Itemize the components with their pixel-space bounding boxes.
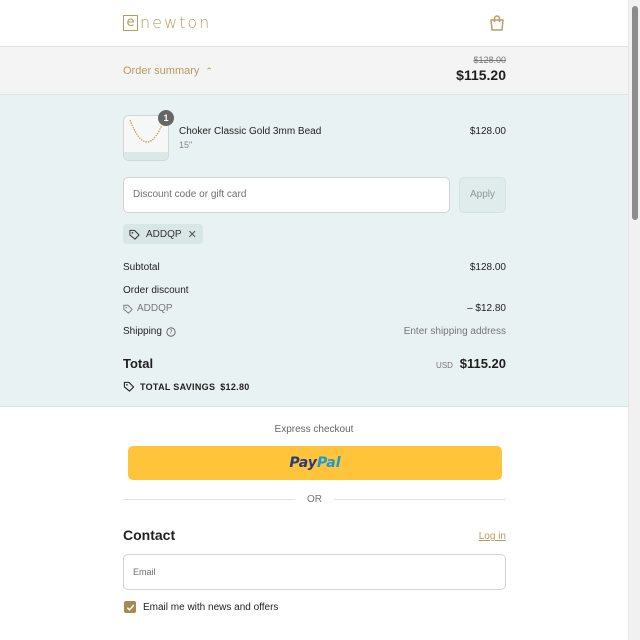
shopping-bag-icon[interactable] bbox=[488, 14, 506, 32]
or-label: OR bbox=[307, 494, 322, 505]
newsletter-option[interactable]: Email me with news and offers bbox=[124, 601, 278, 613]
newsletter-checkbox[interactable] bbox=[124, 601, 136, 613]
total-value-wrap: USD $115.20 bbox=[436, 356, 506, 371]
tag-icon bbox=[129, 229, 140, 240]
email-input[interactable]: Email bbox=[123, 554, 506, 590]
order-summary-panel: 1 Choker Classic Gold 3mm Bead 15" $128.… bbox=[0, 95, 628, 407]
discount-value: – $12.80 bbox=[467, 303, 506, 314]
chevron-up-icon: ⌃ bbox=[205, 65, 213, 76]
summary-total-price: $115.20 bbox=[456, 67, 506, 83]
paypal-button[interactable]: Pay Pal bbox=[128, 446, 502, 480]
total-row: Total USD $115.20 bbox=[123, 356, 506, 374]
logo-text: newton bbox=[140, 13, 212, 32]
shipping-label-wrap: Shipping ? bbox=[123, 326, 176, 337]
order-summary-toggle[interactable]: Order summary ⌃ bbox=[123, 65, 213, 77]
currency-code: USD bbox=[436, 361, 453, 370]
subtotal-value: $128.00 bbox=[469, 262, 506, 273]
shipping-label: Shipping bbox=[123, 326, 162, 337]
total-savings-label: TOTAL SAVINGS bbox=[140, 381, 216, 392]
summary-prices: $128.00 $115.20 bbox=[456, 55, 506, 83]
original-price: $128.00 bbox=[473, 55, 506, 65]
remove-discount-icon[interactable]: ✕ bbox=[188, 228, 197, 241]
svg-text:?: ? bbox=[169, 330, 172, 336]
tags-icon bbox=[123, 381, 135, 392]
order-summary-label: Order summary bbox=[123, 65, 200, 77]
brand-logo[interactable]: e newton bbox=[123, 13, 211, 32]
shipping-value: Enter shipping address bbox=[403, 326, 506, 337]
total-label: Total bbox=[123, 356, 154, 371]
tag-icon bbox=[123, 304, 133, 314]
discount-row: Discount code or gift card Apply bbox=[123, 177, 506, 213]
total-savings: TOTAL SAVINGS $12.80 bbox=[123, 381, 250, 392]
applied-discount-chip: ADDQP ✕ bbox=[123, 224, 203, 244]
header: e newton bbox=[0, 0, 628, 47]
checkout-page: e newton Order summary ⌃ $128.00 $115.20 bbox=[0, 0, 628, 640]
order-summary-bar: Order summary ⌃ $128.00 $115.20 bbox=[0, 47, 628, 95]
line-item: 1 Choker Classic Gold 3mm Bead 15" $128.… bbox=[123, 110, 506, 161]
shipping-row: Shipping ? Enter shipping address bbox=[123, 326, 506, 337]
discount-code-wrap: ADDQP bbox=[123, 303, 173, 314]
check-icon bbox=[126, 604, 134, 611]
page-scrollbar[interactable] bbox=[628, 0, 640, 640]
contact-heading: Contact bbox=[123, 527, 176, 543]
product-variant: 15" bbox=[179, 140, 193, 150]
total-savings-value: $12.80 bbox=[220, 381, 250, 392]
subtotal-label: Subtotal bbox=[123, 262, 160, 273]
applied-discount-code: ADDQP bbox=[146, 228, 182, 240]
paypal-logo-part1: Pay bbox=[289, 455, 317, 471]
help-icon[interactable]: ? bbox=[166, 326, 176, 337]
order-discount-row: Order discount bbox=[123, 285, 506, 296]
express-checkout-title: Express checkout bbox=[274, 424, 354, 435]
login-link[interactable]: Log in bbox=[479, 531, 506, 542]
newsletter-label: Email me with news and offers bbox=[143, 601, 279, 613]
quantity-badge: 1 bbox=[158, 110, 174, 126]
order-discount-label: Order discount bbox=[123, 285, 189, 296]
paypal-logo-part2: Pal bbox=[316, 455, 341, 471]
total-value: $115.20 bbox=[459, 356, 506, 371]
subtotal-row: Subtotal $128.00 bbox=[123, 262, 506, 273]
logo-mark: e bbox=[123, 14, 138, 31]
product-name: Choker Classic Gold 3mm Bead bbox=[179, 126, 322, 137]
or-divider: OR bbox=[123, 494, 506, 506]
scrollbar-thumb[interactable] bbox=[632, 6, 638, 220]
apply-discount-button[interactable]: Apply bbox=[459, 177, 506, 213]
product-price: $128.00 bbox=[469, 126, 506, 137]
discount-code-label: ADDQP bbox=[137, 303, 173, 314]
discount-code-input[interactable]: Discount code or gift card bbox=[123, 177, 450, 213]
discount-code-row: ADDQP – $12.80 bbox=[123, 303, 506, 317]
